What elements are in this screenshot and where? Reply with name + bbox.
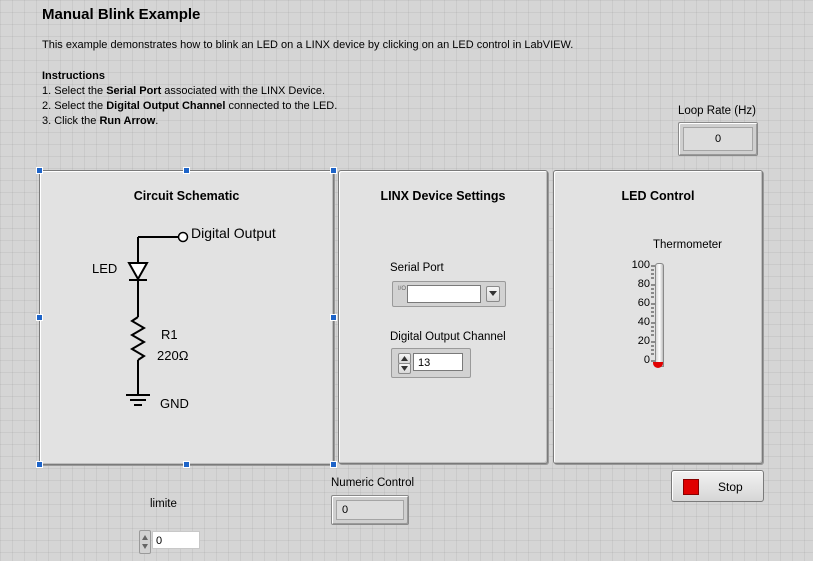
led-label: LED — [92, 261, 118, 276]
linx-settings-title: LINX Device Settings — [380, 189, 506, 203]
step-text: 2. Select the — [42, 100, 107, 112]
led-control-panel: LED Control Thermometer 100 80 60 40 20 … — [553, 170, 763, 464]
numeric-control-value[interactable]: 0 — [336, 500, 404, 520]
selection-handle[interactable] — [330, 314, 337, 321]
decrement-button[interactable] — [398, 363, 411, 374]
instructions-heading: Instructions — [42, 70, 105, 82]
numeric-control-label: Numeric Control — [331, 477, 415, 489]
loop-rate-label: Loop Rate (Hz) — [678, 105, 756, 117]
stop-indicator-icon — [683, 479, 699, 495]
digital-output-channel-input[interactable]: 13 — [413, 353, 463, 371]
selection-handle[interactable] — [36, 167, 43, 174]
circuit-diagram — [126, 231, 189, 406]
page-title: Manual Blink Example — [42, 6, 201, 23]
digital-output-label: Digital Output — [191, 225, 276, 241]
digital-output-channel-label: Digital Output Channel — [390, 331, 506, 343]
scale-label-40: 40 — [637, 316, 650, 328]
serial-port-dropdown-button[interactable] — [486, 286, 500, 302]
spinner-icon — [142, 535, 148, 549]
chevron-down-icon — [489, 291, 497, 296]
scale-label-80: 80 — [637, 278, 650, 290]
instruction-step-3: 3. Click the Run Arrow. — [42, 114, 337, 129]
step-bold: Run Arrow — [99, 115, 156, 127]
thermometer-scale: 100 80 60 40 20 0 — [612, 259, 650, 371]
io-icon: I/O — [398, 286, 407, 292]
serial-port-input[interactable] — [407, 285, 481, 303]
schematic-wires — [126, 236, 178, 406]
step-bold: Digital Output Channel — [106, 100, 226, 112]
linx-settings-panel: LINX Device Settings Serial Port I/O Dig… — [338, 170, 548, 464]
selection-handle[interactable] — [183, 461, 190, 468]
scale-label-100: 100 — [631, 259, 650, 271]
led-control-title: LED Control — [621, 189, 695, 203]
scale-label-20: 20 — [637, 335, 650, 347]
numeric-control[interactable]: 0 — [331, 495, 409, 525]
step-bold: Serial Port — [106, 85, 162, 97]
limite-label: limite — [150, 498, 177, 510]
scale-label-60: 60 — [637, 297, 650, 309]
selection-handle[interactable] — [183, 167, 190, 174]
selection-handle[interactable] — [36, 314, 43, 321]
selection-handle[interactable] — [330, 461, 337, 468]
resistance-label: 220Ω — [157, 348, 189, 363]
output-terminal-icon — [177, 231, 189, 243]
chevron-down-icon — [401, 366, 408, 371]
step-text: 1. Select the — [42, 85, 107, 97]
stop-button[interactable]: Stop — [671, 470, 764, 502]
loop-rate-value: 0 — [683, 127, 753, 151]
limite-spinner[interactable] — [139, 530, 151, 554]
r1-label: R1 — [161, 327, 178, 342]
limite-input[interactable]: 0 — [152, 531, 200, 549]
step-text: 3. Click the — [42, 115, 100, 127]
digital-output-channel-control[interactable]: 13 — [391, 348, 471, 378]
instruction-step-1: 1. Select the Serial Port associated wit… — [42, 84, 337, 99]
circuit-schematic-panel: Circuit Schematic Digital Output LED R1 … — [39, 170, 334, 465]
stop-label: Stop — [718, 480, 743, 494]
chevron-up-icon — [401, 356, 408, 361]
scale-label-0: 0 — [643, 354, 650, 366]
selection-handle[interactable] — [36, 461, 43, 468]
instruction-step-2: 2. Select the Digital Output Channel con… — [42, 99, 337, 114]
led-icon — [127, 262, 149, 282]
step-text: . — [155, 115, 159, 127]
step-text: associated with the LINX Device. — [161, 85, 326, 97]
gnd-label: GND — [160, 396, 189, 411]
serial-port-label: Serial Port — [390, 262, 444, 274]
selection-handle[interactable] — [330, 167, 337, 174]
resistor-icon — [130, 316, 146, 361]
serial-port-control[interactable]: I/O — [392, 281, 506, 307]
thermometer-label: Thermometer — [653, 239, 723, 251]
step-text: connected to the LED. — [225, 100, 338, 112]
page-description: This example demonstrates how to blink a… — [42, 39, 574, 51]
thermometer-tube[interactable] — [655, 263, 664, 367]
instructions: Instructions 1. Select the Serial Port a… — [42, 69, 337, 129]
loop-rate-indicator: 0 — [678, 122, 758, 156]
